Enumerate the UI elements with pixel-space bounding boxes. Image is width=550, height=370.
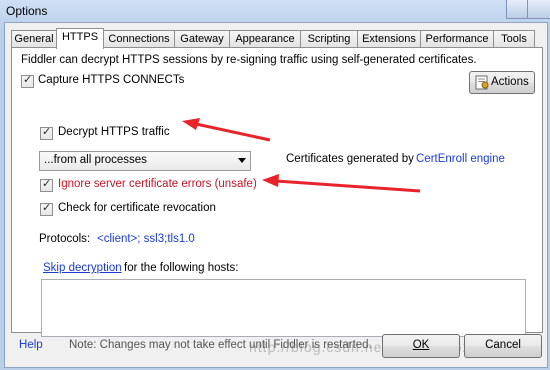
- dialog-client: General HTTPS Connections Gateway Appear…: [4, 22, 548, 368]
- red-arrow-annotation-icon: [262, 174, 421, 193]
- check-revocation-checkbox[interactable]: ✓: [40, 201, 53, 216]
- check-revocation-label: Check for certificate revocation: [58, 202, 216, 214]
- window-title: Options: [6, 4, 48, 18]
- tab-tools[interactable]: Tools: [493, 30, 535, 48]
- decrypt-https-checkbox[interactable]: ✓: [40, 125, 53, 140]
- checkmark-icon: ✓: [42, 125, 52, 138]
- tab-gateway[interactable]: Gateway: [174, 30, 230, 48]
- decrypt-https-label: Decrypt HTTPS traffic: [58, 126, 170, 138]
- actions-button-label: Actions: [491, 76, 529, 88]
- tab-appearance[interactable]: Appearance: [229, 30, 301, 48]
- https-intro-text: Fiddler can decrypt HTTPS sessions by re…: [21, 54, 477, 66]
- capture-https-checkbox[interactable]: ✓: [21, 73, 34, 88]
- skip-decryption-label: for the following hosts:: [124, 262, 239, 274]
- close-title-button[interactable]: [527, 0, 550, 19]
- protocols-label: Protocols:: [39, 233, 91, 245]
- tab-https[interactable]: HTTPS: [56, 28, 104, 49]
- certificate-icon: [475, 75, 489, 90]
- cancel-button[interactable]: Cancel: [464, 334, 542, 358]
- ignore-cert-errors-checkbox[interactable]: ✓: [40, 177, 53, 192]
- help-link[interactable]: Help: [19, 339, 43, 351]
- process-filter-select[interactable]: ...from all processes: [39, 151, 251, 171]
- tab-performance[interactable]: Performance: [420, 30, 494, 48]
- ok-button-label: OK: [412, 339, 430, 351]
- capture-https-label: Capture HTTPS CONNECTs: [38, 74, 185, 86]
- red-arrow-annotation-icon: [182, 118, 271, 142]
- skip-decryption-link[interactable]: Skip decryption: [43, 262, 122, 274]
- protocols-link[interactable]: <client>; ssl3;tls1.0: [97, 233, 195, 245]
- tab-extensions[interactable]: Extensions: [357, 30, 421, 48]
- tab-scripting[interactable]: Scripting: [300, 30, 358, 48]
- tab-general[interactable]: General: [11, 30, 57, 48]
- options-window: Options General HTTPS Connections Gatewa…: [0, 0, 550, 370]
- checkmark-icon: ✓: [23, 73, 33, 86]
- tab-connections[interactable]: Connections: [103, 30, 175, 48]
- title-bar[interactable]: Options: [0, 0, 550, 22]
- skip-hosts-textarea[interactable]: [41, 279, 526, 337]
- checkmark-icon: ✓: [42, 177, 52, 190]
- cancel-button-label: Cancel: [485, 339, 521, 351]
- certificates-generated-text: Certificates generated by: [286, 153, 414, 165]
- ok-button[interactable]: OK: [382, 334, 460, 358]
- chevron-down-icon: [238, 158, 246, 163]
- actions-button[interactable]: Actions: [469, 71, 535, 94]
- https-panel: Fiddler can decrypt HTTPS sessions by re…: [11, 47, 543, 337]
- ignore-cert-errors-label: Ignore server certificate errors (unsafe…: [58, 178, 257, 190]
- help-title-button[interactable]: [506, 0, 528, 19]
- process-filter-value: ...from all processes: [44, 154, 147, 166]
- checkmark-icon: ✓: [42, 201, 52, 214]
- certenroll-engine-link[interactable]: CertEnroll engine: [416, 153, 505, 165]
